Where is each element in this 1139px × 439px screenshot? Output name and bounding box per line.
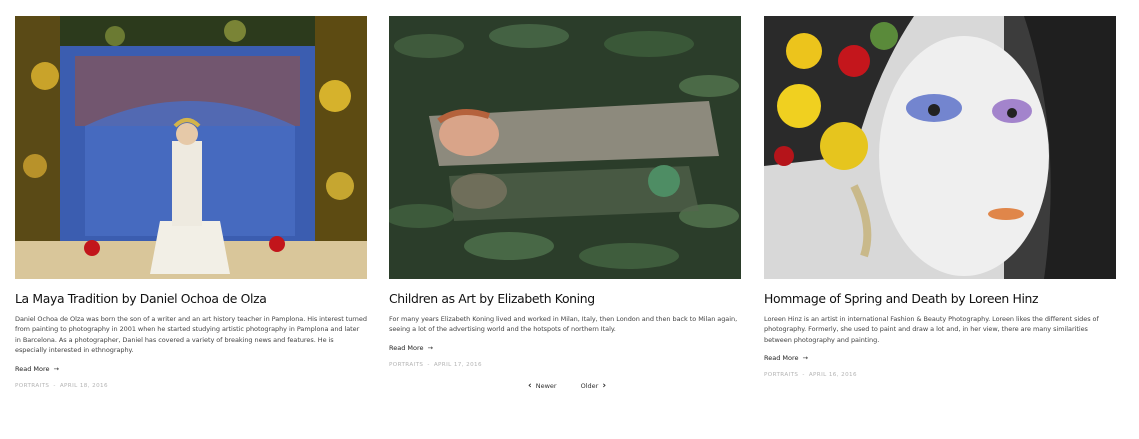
post-meta: PORTRAITS - APRIL 18, 2016 (15, 383, 367, 389)
read-more-link[interactable]: Read More → (15, 365, 59, 373)
post-title[interactable]: La Maya Tradition by Daniel Ochoa de Olz… (15, 290, 367, 308)
post-date: APRIL 18, 2016 (59, 382, 108, 389)
post-card: Hommage of Spring and Death by Loreen Hi… (764, 16, 1116, 378)
meta-separator: - (802, 372, 805, 379)
meta-separator: - (53, 382, 56, 389)
post-date: APRIL 16, 2016 (808, 372, 857, 379)
post-thumbnail[interactable] (389, 16, 741, 279)
maya-portrait-image (15, 16, 367, 279)
post-category[interactable]: PORTRAITS (764, 372, 798, 378)
chevron-right-icon: › (602, 381, 607, 391)
hinz-portrait-image (764, 16, 1116, 279)
post-card: Children as Art by Elizabeth Koning For … (389, 16, 741, 368)
arrow-right-icon: → (802, 354, 808, 363)
post-meta: PORTRAITS - APRIL 17, 2016 (389, 362, 741, 368)
read-more-link[interactable]: Read More → (389, 344, 433, 352)
post-thumbnail[interactable] (15, 16, 367, 279)
chevron-left-icon: ‹ (528, 381, 532, 391)
pagination: ‹ Newer Older › (528, 381, 606, 391)
arrow-right-icon: → (53, 364, 59, 373)
post-date: APRIL 17, 2016 (433, 361, 482, 368)
post-category[interactable]: PORTRAITS (15, 383, 49, 389)
read-more-label: Read More (764, 354, 799, 363)
read-more-link[interactable]: Read More → (764, 354, 808, 362)
read-more-label: Read More (15, 364, 50, 373)
arrow-right-icon: → (427, 343, 433, 352)
post-thumbnail[interactable] (764, 16, 1116, 279)
newer-label: Newer (535, 382, 557, 390)
post-title[interactable]: Hommage of Spring and Death by Loreen Hi… (764, 290, 1116, 308)
post-excerpt: For many years Elizabeth Koning lived an… (389, 315, 738, 334)
post-meta: PORTRAITS - APRIL 16, 2016 (764, 372, 1116, 378)
post-card: La Maya Tradition by Daniel Ochoa de Olz… (15, 16, 367, 389)
read-more-label: Read More (389, 343, 424, 352)
koning-portrait-image (389, 16, 741, 279)
newer-posts-link[interactable]: ‹ Newer (528, 381, 561, 391)
post-excerpt: Loreen Hinz is an artist in internationa… (764, 315, 1099, 344)
older-label: Older (580, 382, 599, 390)
post-category[interactable]: PORTRAITS (389, 362, 423, 368)
meta-separator: - (427, 361, 430, 368)
older-posts-link[interactable]: Older › (577, 381, 606, 391)
post-excerpt: Daniel Ochoa de Olza was born the son of… (15, 315, 367, 355)
post-title[interactable]: Children as Art by Elizabeth Koning (389, 290, 741, 308)
